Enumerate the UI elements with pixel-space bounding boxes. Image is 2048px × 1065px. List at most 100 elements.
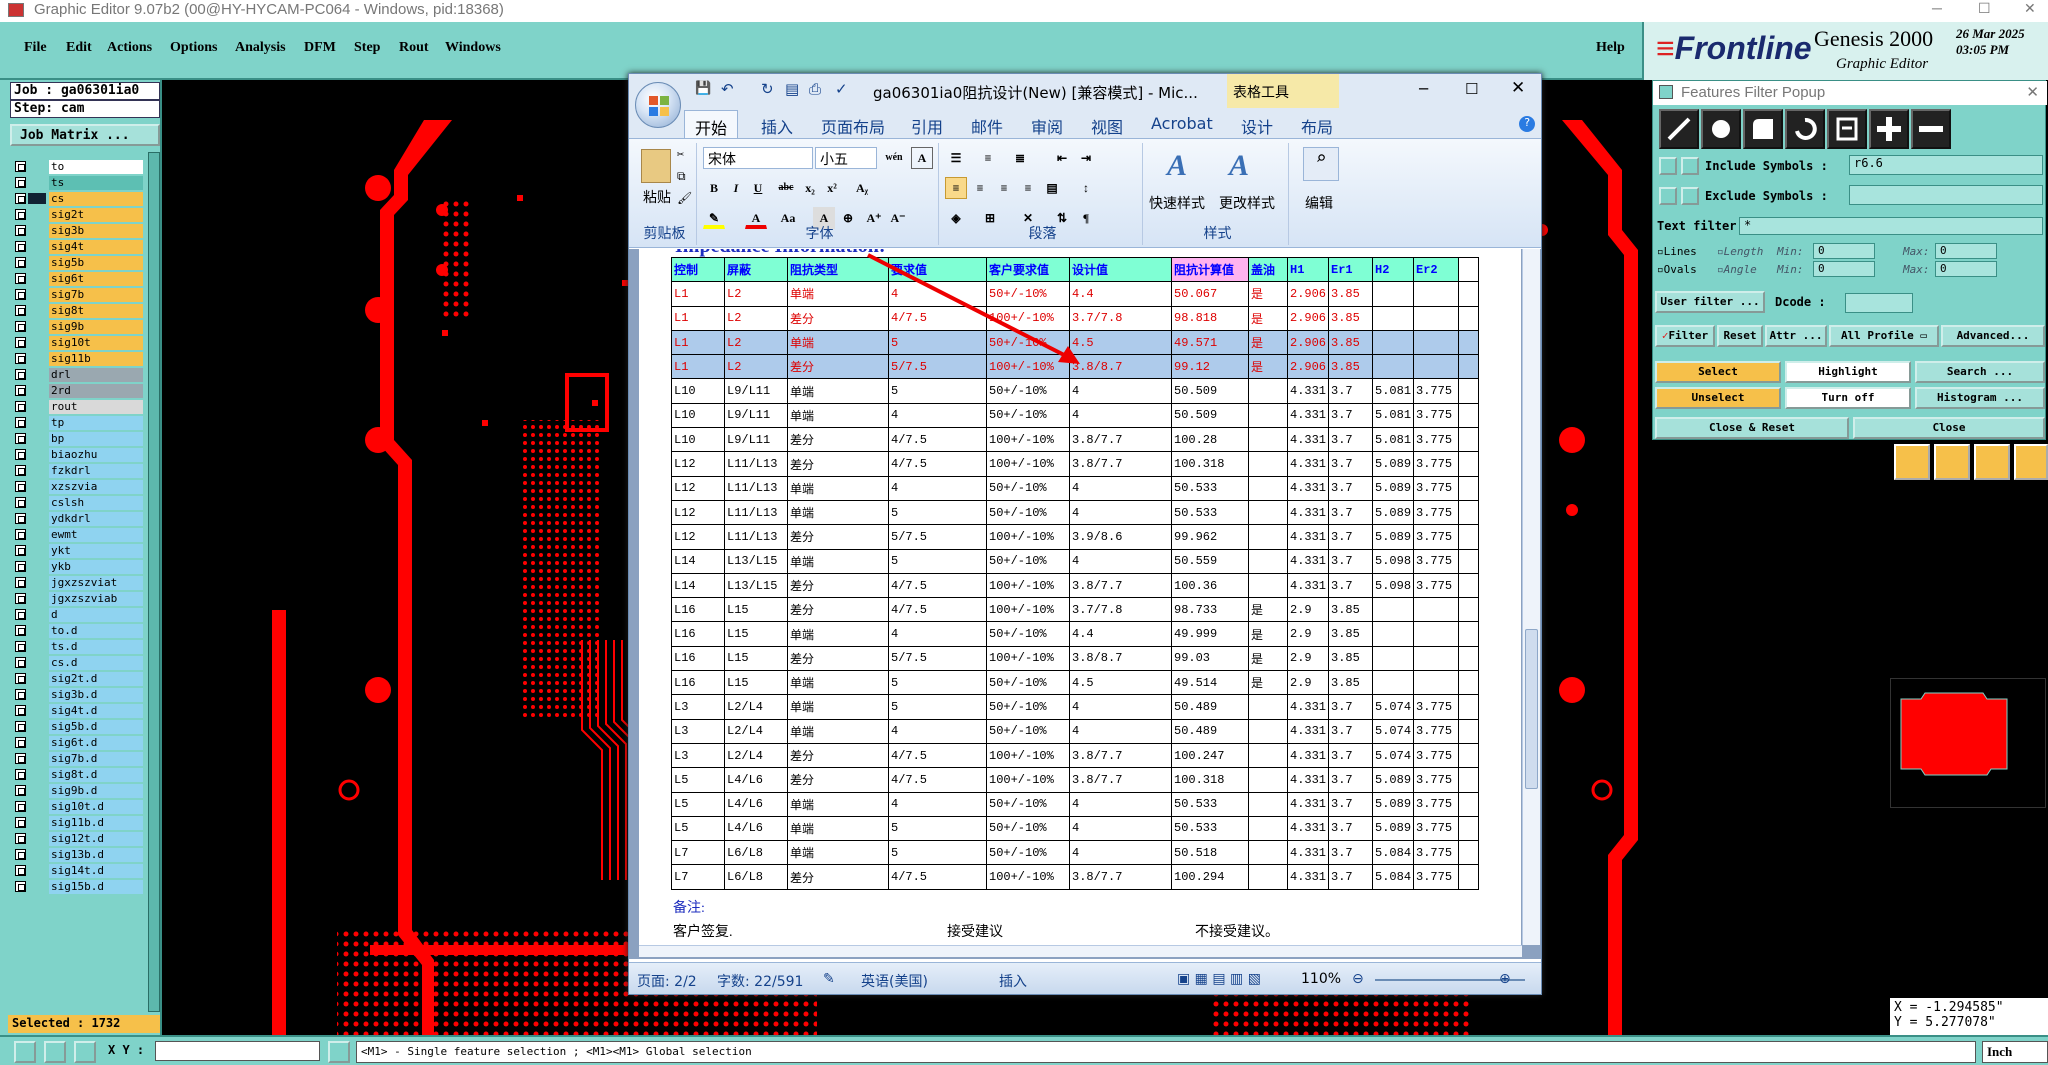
table-cell[interactable]: 3.7 xyxy=(1328,427,1374,453)
table-row[interactable]: L10 L9/L11 差分 4/7.5 100+/-10% 3.8/7.7 100.28 4.… xyxy=(671,427,1480,453)
layer-checkbox[interactable] xyxy=(15,369,26,380)
table-cell[interactable]: 4 xyxy=(1069,402,1172,429)
char-border-icon[interactable]: A xyxy=(911,147,933,169)
table-cell[interactable]: 单端 xyxy=(787,281,889,307)
table-cell[interactable]: 3.8/7.7 xyxy=(1069,572,1172,599)
doc-horizontal-scrollbar[interactable] xyxy=(639,945,1522,957)
table-cell[interactable]: 5/7.5 xyxy=(888,645,987,672)
italic-icon[interactable]: I xyxy=(725,177,747,199)
table-cell[interactable]: 3.8/7.7 xyxy=(1069,742,1172,769)
layer-item[interactable]: tp xyxy=(12,416,143,430)
table-cell[interactable]: 4 xyxy=(888,621,987,647)
table-cell[interactable]: 99.12 xyxy=(1171,354,1249,380)
table-cell[interactable]: 4/7.5 xyxy=(888,451,987,477)
table-cell[interactable]: L1 xyxy=(671,305,725,331)
table-cell[interactable]: 4 xyxy=(888,281,987,307)
reset-button[interactable]: Reset xyxy=(1717,325,1763,347)
layer-item[interactable]: ts xyxy=(12,176,143,190)
layer-checkbox[interactable] xyxy=(15,449,26,460)
table-cell[interactable]: 2.906 xyxy=(1286,281,1330,307)
table-cell[interactable]: 5 xyxy=(888,329,987,356)
layer-item[interactable]: sig12t.d xyxy=(12,832,143,846)
doc-vertical-scrollbar[interactable] xyxy=(1522,249,1540,945)
table-cell[interactable]: 3.8/7.7 xyxy=(1069,864,1172,890)
layer-item[interactable]: sig9b xyxy=(12,320,143,334)
table-cell[interactable]: 50.533 xyxy=(1171,791,1249,817)
table-cell[interactable]: 4.331 xyxy=(1286,694,1330,720)
table-row[interactable]: L16 L15 差分 4/7.5 100+/-10% 3.7/7.8 98.733 是 2.9 3… xyxy=(671,597,1480,623)
table-cell[interactable]: 4.331 xyxy=(1286,402,1330,429)
table-cell[interactable]: 是 xyxy=(1248,621,1288,647)
table-cell[interactable]: 5/7.5 xyxy=(888,524,987,550)
table-cell[interactable] xyxy=(1248,427,1288,453)
table-cell[interactable]: 50.489 xyxy=(1171,694,1249,720)
table-cell[interactable]: 3.7 xyxy=(1328,572,1374,599)
layer-item[interactable]: to xyxy=(12,160,143,174)
layer-item[interactable]: sig10t.d xyxy=(12,800,143,814)
layer-item[interactable]: sig11b.d xyxy=(12,816,143,830)
table-cell[interactable]: 4.4 xyxy=(1069,621,1172,647)
table-cell[interactable]: 5.074 xyxy=(1372,742,1415,769)
table-cell[interactable]: 差分 xyxy=(787,742,889,769)
table-cell[interactable]: 3.85 xyxy=(1328,281,1374,307)
table-cell[interactable] xyxy=(1372,670,1415,696)
layer-item[interactable]: sig10t xyxy=(12,336,143,350)
table-cell[interactable]: L12 xyxy=(671,475,725,501)
edit-button[interactable]: 编辑 xyxy=(1305,193,1333,213)
table-cell[interactable] xyxy=(1248,475,1288,501)
table-cell[interactable]: 5.084 xyxy=(1372,864,1415,890)
layer-checkbox[interactable] xyxy=(15,673,26,684)
table-cell[interactable]: 3.7 xyxy=(1328,742,1374,769)
table-cell[interactable]: 50+/-10% xyxy=(986,621,1070,647)
layer-item[interactable]: sig8t.d xyxy=(12,768,143,782)
table-cell[interactable]: L11/L13 xyxy=(724,524,788,550)
table-cell[interactable]: 50+/-10% xyxy=(986,670,1070,696)
align-left-icon[interactable]: ≡ xyxy=(945,177,967,199)
layer-checkbox[interactable] xyxy=(15,753,26,764)
table-cell[interactable]: 单端 xyxy=(787,815,889,842)
table-cell[interactable]: 100+/-10% xyxy=(986,767,1070,793)
dcode-input[interactable] xyxy=(1845,293,1913,313)
layer-checkbox[interactable] xyxy=(15,817,26,828)
table-cell[interactable]: 是 xyxy=(1248,305,1288,331)
table-cell[interactable]: 4 xyxy=(888,791,987,817)
turn-off-button[interactable]: Turn off xyxy=(1785,387,1911,409)
table-cell[interactable]: 100+/-10% xyxy=(986,427,1070,453)
length-max-input[interactable]: 0 xyxy=(1935,243,1997,259)
layer-checkbox[interactable] xyxy=(15,849,26,860)
table-cell[interactable]: 50.533 xyxy=(1171,815,1249,842)
layer-checkbox[interactable] xyxy=(15,769,26,780)
table-cell[interactable]: 3.775 xyxy=(1413,791,1460,817)
table-cell[interactable]: 50+/-10% xyxy=(986,718,1070,744)
table-cell[interactable]: 5/7.5 xyxy=(888,354,987,380)
table-cell[interactable]: 单端 xyxy=(787,694,889,720)
filter-toggle[interactable]: ✓Filter xyxy=(1655,325,1715,347)
table-cell[interactable]: L1 xyxy=(671,329,725,356)
table-cell[interactable]: 4 xyxy=(1069,378,1172,404)
table-row[interactable]: L12 L11/L13 差分 4/7.5 100+/-10% 3.8/7.7 100.318… xyxy=(671,451,1480,477)
table-cell[interactable]: 差分 xyxy=(787,645,889,672)
proof-icon[interactable]: ✎ xyxy=(823,971,835,987)
table-cell[interactable] xyxy=(1248,451,1288,477)
numbering-icon[interactable]: ≡ xyxy=(977,147,999,169)
table-cell[interactable]: 4 xyxy=(1069,499,1172,526)
table-cell[interactable]: 100.247 xyxy=(1171,742,1249,769)
layer-checkbox[interactable] xyxy=(15,305,26,316)
table-cell[interactable] xyxy=(1248,694,1288,720)
table-cell[interactable]: L12 xyxy=(671,451,725,477)
table-cell[interactable]: 2.906 xyxy=(1286,305,1330,331)
table-cell[interactable]: 4.331 xyxy=(1286,791,1330,817)
table-cell[interactable]: L16 xyxy=(671,670,725,696)
subscript-icon[interactable]: x₂ xyxy=(799,177,821,199)
table-cell[interactable]: 3.85 xyxy=(1328,329,1374,356)
menu-options[interactable]: Options xyxy=(170,40,217,56)
table-cell[interactable]: 99.03 xyxy=(1171,645,1249,672)
page-count[interactable]: 页面: 2/2 xyxy=(637,971,697,991)
table-cell[interactable]: 差分 xyxy=(787,354,889,380)
table-cell[interactable]: 单端 xyxy=(787,791,889,817)
table-cell[interactable]: 5 xyxy=(888,670,987,696)
table-cell[interactable]: 50.533 xyxy=(1171,499,1249,526)
table-cell[interactable]: 3.7 xyxy=(1328,451,1374,477)
font-name-combo[interactable]: 宋体 xyxy=(703,147,813,169)
table-cell[interactable]: 4 xyxy=(1069,840,1172,866)
